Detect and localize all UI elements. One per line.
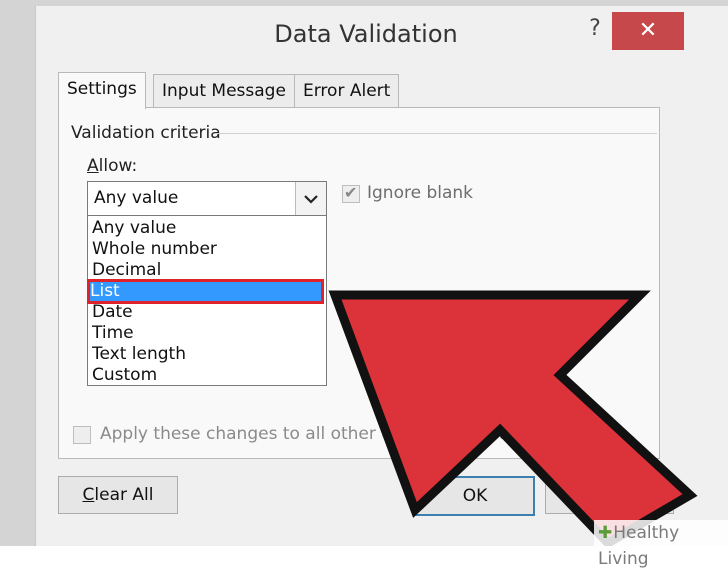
plus-icon: ✚ [598, 523, 613, 543]
tab-settings[interactable]: Settings [58, 72, 146, 109]
watermark: ✚Healthy Living [594, 520, 728, 569]
